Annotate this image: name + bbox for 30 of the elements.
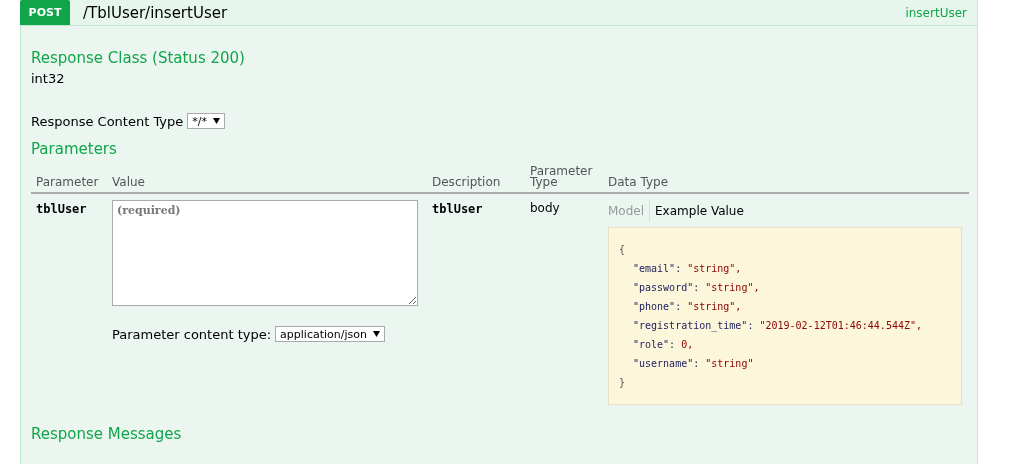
column-header: Description [432,177,502,188]
column-header: Parameter [36,177,100,188]
code-line: "username": "string" [632,357,755,371]
code-line: "password": "string", [632,281,761,295]
code-line: "phone": "string", [632,300,743,314]
code-line: } [619,376,627,390]
parameter-description: tblUser [432,202,484,216]
caret-icon [372,331,380,337]
column-header: Value [112,177,146,188]
section-title: Parameters [31,140,117,158]
value-field[interactable]: (required) [112,200,418,306]
code-line: "role": 0, [632,338,695,352]
parameter-content-type-select[interactable]: application/json [275,326,385,342]
method-badge: POST [20,0,70,25]
section-title: Response Class (Status 200) [31,49,245,67]
operation-path[interactable]: /TblUser/insertUser [83,3,906,22]
parameter-type: body [530,201,561,215]
field-label: Parameter content type: [112,326,272,342]
code-line: { [619,243,627,257]
section-title: Response Messages [31,425,182,443]
field-label: Response Content Type [31,113,184,129]
code-line: "registration_time": "2019-02-12T01:46:44.544Z", [632,319,923,334]
parameter-name: tblUser [36,202,88,216]
data-type-tab[interactable]: Example Value [649,200,749,222]
code-line: "email": "string", [632,262,743,276]
column-header: Data Type [608,177,670,188]
content-type-select[interactable]: */* [187,113,225,129]
caret-icon [213,118,220,124]
operation-header[interactable]: POST /TblUser/insertUser insertUser [20,0,978,26]
response-type: int32 [31,71,65,86]
